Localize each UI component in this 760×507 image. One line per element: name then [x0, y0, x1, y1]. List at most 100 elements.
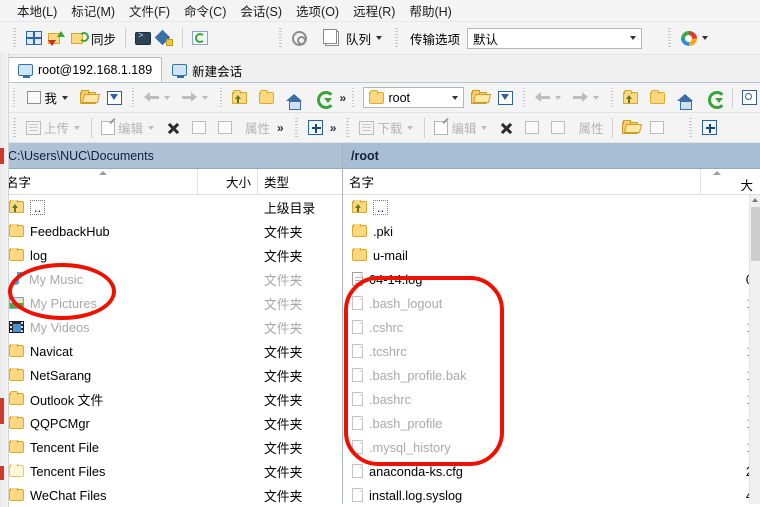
- menu-remote[interactable]: 远程(R): [346, 0, 402, 22]
- remote-back-caret[interactable]: [554, 95, 561, 100]
- local-col-name[interactable]: 名字: [0, 168, 198, 195]
- menu-session[interactable]: 会话(S): [233, 0, 289, 22]
- download-dropdown-caret[interactable]: [407, 125, 414, 130]
- file-row[interactable]: anaconda-ks.cfg2: [343, 459, 760, 483]
- remote-add-transfer-button[interactable]: [699, 115, 720, 141]
- local-col-type[interactable]: 类型: [258, 169, 342, 195]
- file-row[interactable]: 04-14.log0: [343, 267, 760, 291]
- file-row[interactable]: .pki: [343, 219, 760, 243]
- local-back-button[interactable]: [141, 85, 175, 111]
- file-row[interactable]: log 文件夹: [0, 243, 342, 267]
- local-action-overflow[interactable]: »: [273, 121, 288, 135]
- remote-forward-caret[interactable]: [592, 95, 599, 100]
- file-row[interactable]: NetSarang 文件夹: [0, 363, 342, 387]
- remote-scroll-thumb[interactable]: [751, 207, 760, 261]
- file-row[interactable]: .. 上级目录: [0, 195, 342, 219]
- back-dropdown-caret[interactable]: [164, 95, 171, 100]
- file-row[interactable]: ..: [343, 195, 760, 219]
- file-row[interactable]: .bash_logout1: [343, 291, 760, 315]
- remote-delete-button[interactable]: [496, 115, 516, 141]
- file-row[interactable]: WeChat Files 文件夹: [0, 483, 342, 504]
- remote-copy-button[interactable]: [548, 115, 568, 141]
- remote-path-caret[interactable]: [447, 88, 463, 107]
- transfer-options-combo[interactable]: 默认: [467, 27, 643, 49]
- local-edit-button[interactable]: 编辑: [98, 115, 159, 141]
- upload-dropdown-caret[interactable]: [74, 125, 81, 130]
- file-row[interactable]: install.log.syslog4: [343, 483, 760, 504]
- menu-command[interactable]: 命令(C): [177, 0, 233, 22]
- remote-filter-button[interactable]: [495, 85, 516, 111]
- remote-col-size[interactable]: 大: [701, 169, 759, 195]
- file-row[interactable]: Outlook 文件 文件夹: [0, 387, 342, 411]
- sync-button[interactable]: 同步: [68, 25, 119, 51]
- sync-browsing-button[interactable]: [45, 25, 68, 51]
- local-file-list[interactable]: .. 上级目录 FeedbackHub 文件夹 log 文件夹 My Music 文件夹 My …: [0, 195, 342, 504]
- local-add-transfer-button[interactable]: [305, 115, 326, 141]
- menu-options[interactable]: 选项(O): [289, 0, 346, 22]
- browser-button[interactable]: [678, 25, 713, 51]
- split-panes-button[interactable]: [23, 25, 45, 51]
- browser-dropdown-caret[interactable]: [702, 36, 709, 40]
- remote-parent-dir-button[interactable]: [620, 85, 641, 111]
- file-row[interactable]: .bashrc1: [343, 387, 760, 411]
- file-row[interactable]: .mysql_history1: [343, 435, 760, 459]
- menu-help[interactable]: 帮助(H): [402, 0, 458, 22]
- remote-vertical-scrollbar[interactable]: [749, 195, 760, 504]
- remote-col-name[interactable]: 名字: [343, 168, 701, 195]
- remote-new-folder-button[interactable]: [647, 85, 668, 111]
- local-action-overflow-2[interactable]: »: [326, 121, 341, 135]
- local-col-size[interactable]: 大小: [198, 168, 258, 195]
- remote-home-button[interactable]: [674, 85, 696, 111]
- forward-dropdown-caret[interactable]: [202, 95, 209, 100]
- remote-back-button[interactable]: [532, 85, 566, 111]
- remote-file-list[interactable]: ...pkiu-mail04-14.log0.bash_logout1.cshr…: [343, 195, 760, 504]
- local-nav-overflow[interactable]: »: [335, 91, 350, 105]
- transfer-options-caret[interactable]: [625, 29, 641, 48]
- local-forward-button[interactable]: [179, 85, 213, 111]
- refresh-all-button[interactable]: [189, 25, 212, 51]
- queue-dropdown-caret[interactable]: [376, 36, 383, 40]
- file-row[interactable]: .bash_profile.bak1: [343, 363, 760, 387]
- local-open-folder-button[interactable]: [77, 85, 99, 111]
- local-delete-button[interactable]: [163, 115, 183, 141]
- file-row[interactable]: .bash_profile1: [343, 411, 760, 435]
- tab-new-session[interactable]: 新建会话: [162, 57, 252, 82]
- open-xshell-button[interactable]: [154, 25, 176, 51]
- file-row[interactable]: Tencent Files 文件夹: [0, 459, 342, 483]
- file-row[interactable]: My Pictures 文件夹: [0, 291, 342, 315]
- file-row[interactable]: .tcshrc1: [343, 339, 760, 363]
- remote-open-folder-button[interactable]: [468, 85, 490, 111]
- file-row[interactable]: My Videos 文件夹: [0, 315, 342, 339]
- file-row[interactable]: Tencent File 文件夹: [0, 435, 342, 459]
- remote-new-folder-action-button[interactable]: [619, 115, 641, 141]
- file-row[interactable]: QQPCMgr 文件夹: [0, 411, 342, 435]
- file-row[interactable]: .cshrc1: [343, 315, 760, 339]
- local-refresh-button[interactable]: [313, 85, 336, 111]
- local-rename-button[interactable]: [189, 115, 209, 141]
- local-properties-button[interactable]: 属性: [239, 115, 273, 141]
- file-row[interactable]: u-mail: [343, 243, 760, 267]
- local-path-bar[interactable]: C:\Users\NUC\Documents: [0, 143, 342, 169]
- remote-path-combo[interactable]: root: [363, 87, 464, 108]
- local-filter-button[interactable]: [104, 85, 125, 111]
- download-button[interactable]: 下载: [356, 115, 418, 141]
- file-row[interactable]: Navicat 文件夹: [0, 339, 342, 363]
- remote-properties-button[interactable]: 属性: [572, 115, 606, 141]
- menu-local[interactable]: 本地(L): [10, 0, 64, 22]
- local-path-combo[interactable]: 我: [22, 87, 73, 108]
- local-path-caret[interactable]: [57, 87, 73, 108]
- scroll-up-arrow-icon[interactable]: [752, 198, 758, 202]
- remote-edit-button[interactable]: 编辑: [431, 115, 492, 141]
- remote-new-file-button[interactable]: [647, 115, 667, 141]
- remote-path-bar[interactable]: /root: [343, 143, 760, 169]
- menu-mark[interactable]: 标记(M): [64, 0, 122, 22]
- open-terminal-button[interactable]: [132, 25, 154, 51]
- upload-button[interactable]: 上传: [23, 115, 85, 141]
- remote-rename-button[interactable]: [522, 115, 542, 141]
- remote-refresh-button[interactable]: [704, 85, 727, 111]
- remote-edit-caret[interactable]: [481, 125, 488, 130]
- local-home-button[interactable]: [283, 85, 305, 111]
- local-copy-button[interactable]: [215, 115, 235, 141]
- remote-forward-button[interactable]: [570, 85, 604, 111]
- local-parent-dir-button[interactable]: [229, 85, 250, 111]
